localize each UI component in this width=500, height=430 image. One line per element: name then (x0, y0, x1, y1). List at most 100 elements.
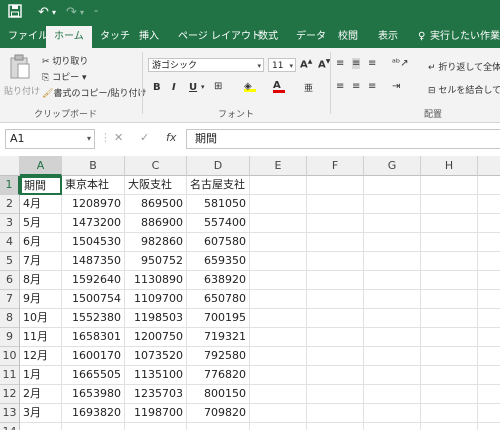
column-header[interactable]: A (20, 156, 62, 176)
phonetic-icon[interactable]: 亜 (304, 81, 313, 94)
underline-button[interactable]: U (189, 82, 197, 93)
table-cell[interactable] (421, 423, 478, 430)
table-cell[interactable] (478, 290, 500, 309)
table-cell[interactable]: 1665505 (62, 366, 125, 385)
table-cell[interactable] (307, 195, 364, 214)
column-header[interactable]: H (421, 156, 478, 176)
table-cell[interactable] (478, 328, 500, 347)
table-cell[interactable]: 5月 (20, 214, 62, 233)
table-cell[interactable]: 659350 (187, 252, 250, 271)
table-cell[interactable] (478, 214, 500, 233)
shrink-font-icon[interactable]: A▼ (318, 58, 330, 70)
cut-button[interactable]: ✂ 切り取り (42, 54, 88, 67)
wrap-text-button[interactable]: ↵ 折り返して全体 (428, 60, 500, 73)
table-cell[interactable] (421, 214, 478, 233)
table-cell[interactable] (421, 252, 478, 271)
formula-input[interactable]: 期間 (186, 129, 500, 149)
align-left-icon[interactable]: ≡ (336, 81, 344, 92)
table-cell[interactable] (187, 423, 250, 430)
table-cell[interactable] (478, 404, 500, 423)
table-cell[interactable] (478, 366, 500, 385)
table-cell[interactable]: 3月 (20, 404, 62, 423)
table-cell[interactable] (307, 404, 364, 423)
table-cell[interactable] (250, 176, 307, 195)
insert-function-button[interactable]: fx (166, 131, 176, 144)
table-cell[interactable] (364, 328, 421, 347)
align-middle-icon[interactable]: ≡ (352, 58, 361, 69)
table-cell[interactable] (478, 385, 500, 404)
table-cell[interactable]: 886900 (125, 214, 187, 233)
select-all-corner[interactable] (0, 156, 20, 176)
table-cell[interactable]: 名古屋支社 (187, 176, 250, 195)
indent-icon[interactable]: ⇥ (392, 81, 400, 92)
table-cell[interactable]: 719321 (187, 328, 250, 347)
table-cell[interactable]: 950752 (125, 252, 187, 271)
table-cell[interactable] (307, 309, 364, 328)
table-cell[interactable]: 607580 (187, 233, 250, 252)
table-cell[interactable]: 638920 (187, 271, 250, 290)
table-cell[interactable] (421, 404, 478, 423)
column-header[interactable]: B (62, 156, 125, 176)
table-cell[interactable] (421, 309, 478, 328)
table-cell[interactable] (421, 271, 478, 290)
table-cell[interactable] (421, 328, 478, 347)
table-cell[interactable] (250, 214, 307, 233)
align-center-icon[interactable]: ≡ (352, 81, 360, 92)
table-cell[interactable]: 4月 (20, 195, 62, 214)
table-cell[interactable] (250, 271, 307, 290)
italic-button[interactable]: I (172, 82, 176, 93)
table-cell[interactable] (307, 328, 364, 347)
table-cell[interactable]: 1487350 (62, 252, 125, 271)
tab-formulas[interactable]: 数式 (258, 26, 278, 48)
table-cell[interactable]: 982860 (125, 233, 187, 252)
tab-insert[interactable]: 挿入 (139, 26, 159, 48)
row-header[interactable]: 11 (0, 366, 20, 385)
table-cell[interactable] (307, 252, 364, 271)
table-cell[interactable] (364, 290, 421, 309)
align-bottom-icon[interactable]: ≡ (368, 58, 376, 69)
table-cell[interactable]: 709820 (187, 404, 250, 423)
tab-page-layout[interactable]: ページ レイアウト (178, 26, 261, 48)
table-cell[interactable] (250, 423, 307, 430)
table-cell[interactable] (62, 423, 125, 430)
chevron-down-icon[interactable]: ▾ (201, 83, 205, 91)
table-cell[interactable] (478, 347, 500, 366)
table-cell[interactable] (307, 423, 364, 430)
tab-data[interactable]: データ (296, 26, 326, 48)
table-cell[interactable] (478, 233, 500, 252)
merge-center-button[interactable]: ⊟ セルを結合して (428, 83, 500, 96)
table-cell[interactable] (20, 423, 62, 430)
table-cell[interactable]: 1500754 (62, 290, 125, 309)
table-cell[interactable]: 1552380 (62, 309, 125, 328)
font-size-select[interactable]: 11 ▾ (268, 58, 296, 72)
column-header[interactable]: E (250, 156, 307, 176)
grow-font-icon[interactable]: A▲ (300, 58, 312, 70)
tab-review[interactable]: 校閲 (338, 26, 358, 48)
save-icon[interactable] (8, 4, 22, 24)
table-cell[interactable]: 1235703 (125, 385, 187, 404)
table-cell[interactable]: 1504530 (62, 233, 125, 252)
enter-icon[interactable]: ✓ (140, 131, 149, 144)
table-cell[interactable] (364, 385, 421, 404)
table-cell[interactable]: 7月 (20, 252, 62, 271)
table-cell[interactable]: 11月 (20, 328, 62, 347)
table-cell[interactable]: 1592640 (62, 271, 125, 290)
table-cell[interactable]: 1198700 (125, 404, 187, 423)
table-cell[interactable] (250, 347, 307, 366)
table-cell[interactable] (307, 214, 364, 233)
table-cell[interactable] (478, 271, 500, 290)
table-cell[interactable] (307, 366, 364, 385)
table-cell[interactable] (364, 309, 421, 328)
table-cell[interactable] (250, 290, 307, 309)
table-cell[interactable] (307, 290, 364, 309)
table-cell[interactable] (364, 233, 421, 252)
table-cell[interactable]: 792580 (187, 347, 250, 366)
table-cell[interactable] (250, 385, 307, 404)
table-cell[interactable]: 10月 (20, 309, 62, 328)
table-cell[interactable] (307, 347, 364, 366)
table-cell[interactable]: 1658301 (62, 328, 125, 347)
column-header[interactable]: F (307, 156, 364, 176)
row-header[interactable]: 6 (0, 271, 20, 290)
table-cell[interactable] (307, 233, 364, 252)
table-cell[interactable] (125, 423, 187, 430)
